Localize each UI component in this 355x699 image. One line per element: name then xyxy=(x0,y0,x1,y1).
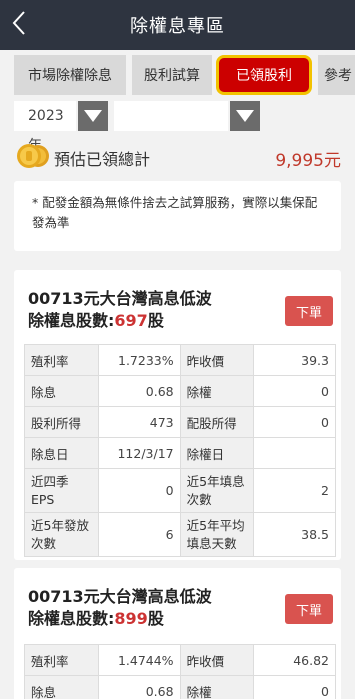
coins-icon xyxy=(17,144,49,168)
card-title: 00713元大台灣高息低波 除權息股數:697股 xyxy=(28,288,268,332)
shares-label: 除權息股數: xyxy=(28,311,115,330)
tab-market-ex-dividend[interactable]: 市場除權除息 xyxy=(14,55,126,95)
cell-value: 1.7233% xyxy=(97,344,181,376)
stock-name: 00713元大台灣高息低波 xyxy=(28,587,212,606)
table-row: 殖利率 1.7233% 昨收價 39.3 xyxy=(24,344,336,376)
chevron-down-icon[interactable] xyxy=(230,101,260,131)
cell-label: 近5年發放次數 xyxy=(24,512,99,557)
cell-label: 配股所得 xyxy=(179,406,255,438)
cell-value: 112/3/17 xyxy=(97,437,181,469)
cell-label: 股利所得 xyxy=(24,406,99,438)
dividend-card: 00713元大台灣高息低波 除權息股數:697股 下單 殖利率 1.7233% … xyxy=(14,270,341,560)
cell-value xyxy=(253,437,336,469)
shares-count: 697 xyxy=(114,311,148,330)
cell-label: 除息 xyxy=(24,675,99,699)
cell-value: 0 xyxy=(253,375,336,407)
year-filter: 2023年 xyxy=(14,101,264,154)
summary-value: 9,995元 xyxy=(275,151,341,171)
cell-label: 除權日 xyxy=(179,437,255,469)
dividend-card: 00713元大台灣高息低波 除權息股數:899股 下單 殖利率 1.4744% … xyxy=(14,568,341,699)
order-button[interactable]: 下單 xyxy=(285,594,333,624)
dividend-table: 殖利率 1.7233% 昨收價 39.3 除息 0.68 除權 0 股利所得 4… xyxy=(24,344,336,557)
table-row: 除息日 112/3/17 除權日 xyxy=(24,437,336,469)
card-title: 00713元大台灣高息低波 除權息股數:899股 xyxy=(28,586,268,630)
cell-value: 38.5 xyxy=(253,512,336,557)
table-row: 近5年發放次數 6 近5年平均填息天數 38.5 xyxy=(24,512,336,557)
table-row: 近四季EPS 0 近5年填息次數 2 xyxy=(24,468,336,513)
cell-label: 昨收價 xyxy=(179,644,255,676)
cell-value: 0.68 xyxy=(97,375,181,407)
year-select[interactable]: 2023年 xyxy=(14,101,76,154)
tab-bar: 市場除權除息 股利試算 已領股利 參考 xyxy=(0,55,355,97)
cell-value: 0 xyxy=(97,468,181,513)
tab-received-dividends[interactable]: 已領股利 xyxy=(216,55,312,95)
page-title: 除權息專區 xyxy=(130,16,225,37)
cell-label: 殖利率 xyxy=(24,344,99,376)
app-header: 除權息專區 xyxy=(0,0,355,50)
shares-label: 除權息股數: xyxy=(28,609,115,628)
shares-unit: 股 xyxy=(147,609,164,628)
tab-dividend-calculator[interactable]: 股利試算 xyxy=(132,55,212,95)
table-row: 股利所得 473 配股所得 0 xyxy=(24,406,336,438)
dividend-summary: 預估已領總計 9,995元 xyxy=(14,142,341,171)
tab-reference[interactable]: 參考 xyxy=(318,55,355,95)
secondary-select[interactable] xyxy=(114,101,228,131)
cell-label: 殖利率 xyxy=(24,644,99,676)
cell-label: 昨收價 xyxy=(179,344,255,376)
cell-value: 0.68 xyxy=(97,675,181,699)
shares-unit: 股 xyxy=(147,311,164,330)
cell-label: 近四季EPS xyxy=(24,468,99,513)
chevron-down-icon[interactable] xyxy=(78,101,108,131)
cell-value: 2 xyxy=(253,468,336,513)
stock-name: 00713元大台灣高息低波 xyxy=(28,289,212,308)
cell-label: 近5年平均填息天數 xyxy=(179,512,255,557)
cell-value: 473 xyxy=(97,406,181,438)
chevron-left-icon[interactable] xyxy=(12,10,26,42)
cell-label: 除息日 xyxy=(24,437,99,469)
shares-count: 899 xyxy=(114,609,148,628)
disclaimer-note: * 配發金額為無條件捨去之試算服務，實際以集保配發為準 xyxy=(14,181,341,251)
cell-value: 1.4744% xyxy=(97,644,181,676)
cell-label: 除權 xyxy=(179,375,255,407)
summary-label: 預估已領總計 xyxy=(54,150,151,169)
cell-value: 39.3 xyxy=(253,344,336,376)
cell-label: 除權 xyxy=(179,675,255,699)
cell-label: 除息 xyxy=(24,375,99,407)
table-row: 除息 0.68 除權 0 xyxy=(24,675,336,699)
table-row: 除息 0.68 除權 0 xyxy=(24,375,336,407)
table-row: 殖利率 1.4744% 昨收價 46.82 xyxy=(24,644,336,676)
order-button[interactable]: 下單 xyxy=(285,296,333,326)
cell-value: 46.82 xyxy=(253,644,336,676)
dividend-table: 殖利率 1.4744% 昨收價 46.82 除息 0.68 除權 0 xyxy=(24,644,336,699)
cell-value: 6 xyxy=(97,512,181,557)
cell-value: 0 xyxy=(253,675,336,699)
cell-value: 0 xyxy=(253,406,336,438)
cell-label: 近5年填息次數 xyxy=(179,468,255,513)
